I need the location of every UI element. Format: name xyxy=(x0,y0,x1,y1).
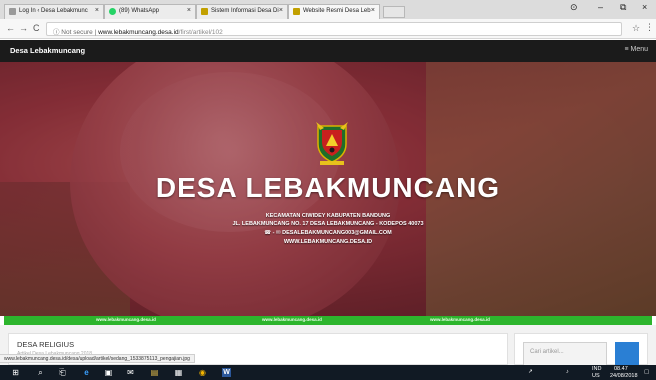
new-tab-button[interactable] xyxy=(383,6,405,18)
hero-website: WWW.LEBAKMUNCANG.DESA.ID xyxy=(283,239,373,245)
forward-button[interactable]: → xyxy=(19,23,28,33)
photos-icon[interactable]: ▦ xyxy=(174,368,183,377)
site-navbar: Desa Lebakmuncang ≡ Menu xyxy=(0,40,656,62)
network-icon: ↗ xyxy=(528,369,533,375)
browser-toolbar: ← → C ⓘ Not secure | www.lebakmuncang.de… xyxy=(0,19,656,39)
tab-label: Log In ‹ Desa Lebakmunc xyxy=(19,8,88,14)
menu-toggle-button[interactable]: ≡ Menu xyxy=(624,46,648,53)
search-input[interactable]: Cari artikel... xyxy=(523,342,607,366)
hero-subdistrict: KECAMATAN CIWIDEY KABUPATEN BANDUNG xyxy=(265,213,391,219)
tab-label: Sistem Informasi Desa Di xyxy=(211,8,279,14)
whatsapp-icon xyxy=(109,8,116,15)
account-icon[interactable]: ⊙ xyxy=(570,2,578,13)
edge-icon[interactable]: e xyxy=(82,368,91,377)
search-button[interactable] xyxy=(615,342,639,366)
store-icon[interactable]: ▣ xyxy=(104,368,113,377)
not-secure-label[interactable]: ⓘ Not secure xyxy=(53,29,93,36)
tab-close-icon[interactable]: × xyxy=(95,7,99,14)
hero-email: ☎ - ✉ DESALEBAKMUNCANG003@GMAIL.COM xyxy=(264,230,392,236)
browser-tab-whatsapp[interactable]: (89) WhatsApp × xyxy=(104,4,196,19)
browser-tab-strip: Log In ‹ Desa Lebakmunc × (89) WhatsApp … xyxy=(0,0,656,19)
site-brand-link[interactable]: Desa Lebakmuncang xyxy=(10,46,85,55)
banner-url-text: www.lebakmuncang.desa.id xyxy=(262,317,322,322)
banner-url-text: www.lebakmuncang.desa.id xyxy=(96,317,156,322)
url-path: /first/artikel/102 xyxy=(178,29,223,36)
village-favicon-icon xyxy=(293,8,300,15)
article-title[interactable]: DESA RELIGIUS xyxy=(17,340,74,349)
windows-taskbar: ⊞ ⌕ ⎗ e ▣ ✉ ▤ ▦ ◉ W ↗ ♪ IND US 08.47 24/… xyxy=(0,365,656,380)
status-bar-url: www.lebakmuncang.desa.id/desa/upload/art… xyxy=(0,354,195,363)
bookmark-star-icon[interactable]: ☆ xyxy=(632,23,640,34)
volume-icon[interactable]: ♪ xyxy=(566,369,569,375)
minimize-button[interactable]: – xyxy=(598,2,603,12)
hero-title: DESA LEBAKMUNCANG xyxy=(155,172,501,203)
tab-close-icon[interactable]: × xyxy=(187,7,191,14)
maximize-button[interactable]: ⧉ xyxy=(620,2,626,13)
mail-icon[interactable]: ✉ xyxy=(126,368,135,377)
browser-menu-icon[interactable]: ⋮ xyxy=(645,22,654,33)
tab-close-icon[interactable]: × xyxy=(371,7,375,14)
task-view-icon[interactable]: ⎗ xyxy=(58,368,67,377)
region-indicator[interactable]: US xyxy=(592,373,600,379)
village-favicon-icon xyxy=(201,8,208,15)
banner-url-text: www.lebakmuncang.desa.id xyxy=(430,317,490,322)
hero-banner: DESA LEBAKMUNCANG KECAMATAN CIWIDEY KABU… xyxy=(0,62,656,316)
tab-label: (89) WhatsApp xyxy=(119,8,160,14)
browser-tab-login[interactable]: Log In ‹ Desa Lebakmunc × xyxy=(4,4,104,19)
clock-date[interactable]: 24/08/2018 xyxy=(610,373,638,379)
clock-time[interactable]: 08.47 xyxy=(614,366,628,372)
explorer-icon[interactable]: ▤ xyxy=(150,368,159,377)
reload-button[interactable]: C xyxy=(33,23,40,33)
browser-tab-website-resmi[interactable]: Website Resmi Desa Leb × xyxy=(288,4,380,19)
chrome-icon[interactable]: ◉ xyxy=(198,368,207,377)
search-icon[interactable]: ⌕ xyxy=(36,368,45,377)
website-banner-strip: www.lebakmuncang.desa.id www.lebakmuncan… xyxy=(4,316,652,325)
browser-tab-sistem-informasi[interactable]: Sistem Informasi Desa Di × xyxy=(196,4,288,19)
windows-start-icon[interactable]: ⊞ xyxy=(11,368,20,377)
back-button[interactable]: ← xyxy=(6,23,15,33)
tab-label: Website Resmi Desa Leb xyxy=(303,8,371,14)
url-host: www.lebakmuncang.desa.id xyxy=(98,29,179,36)
regency-emblem-icon xyxy=(316,122,348,165)
hero-address: JL. LEBAKMUNCANG NO. 17 DESA LEBAKMUNCAN… xyxy=(232,221,424,227)
sidebar-search-box: Cari artikel... xyxy=(514,333,648,366)
language-indicator[interactable]: IND xyxy=(592,366,601,372)
close-window-button[interactable]: × xyxy=(642,2,647,12)
address-bar[interactable]: ⓘ Not secure | www.lebakmuncang.desa.id/… xyxy=(46,22,622,36)
page-favicon-icon xyxy=(9,8,16,15)
notification-icon[interactable]: ▢ xyxy=(644,369,649,375)
tab-close-icon[interactable]: × xyxy=(279,7,283,14)
word-icon[interactable]: W xyxy=(222,368,231,377)
